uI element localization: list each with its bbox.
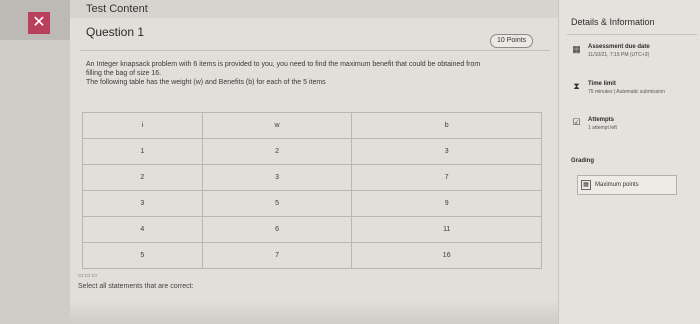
test-title: Test Content	[86, 3, 148, 15]
maximum-points-label: Maximum points	[595, 182, 639, 188]
select-all-instruction: Select all statements that are correct:	[78, 283, 194, 290]
table-row: 2 3 7	[82, 164, 542, 191]
table-cell: 3	[201, 164, 353, 191]
table-cell: 4	[82, 216, 203, 243]
details-sidebar: Details & Information ▦ Assessment due d…	[558, 0, 700, 324]
grading-label: Grading	[571, 158, 595, 164]
top-left-bar: ✕	[0, 0, 70, 40]
table-cell: 7	[201, 242, 353, 269]
question-text: An Integer knapsack problem with 6 items…	[86, 60, 536, 87]
table-cell: 5	[82, 242, 203, 269]
question-panel: Test Content Question 1 10 Points An Int…	[70, 0, 558, 324]
table-cell: 2	[82, 164, 203, 191]
sidebar-divider	[567, 34, 697, 35]
table-header-row: i w b	[82, 112, 542, 139]
bottom-shadow	[70, 300, 558, 324]
table-cell: 5	[201, 190, 353, 217]
due-date-label: Assessment due date	[588, 44, 650, 50]
calendar-icon: ▦	[572, 44, 581, 54]
checkbox-icon: ☑	[572, 117, 581, 127]
table-header-cell: i	[82, 112, 203, 139]
close-icon[interactable]: ✕	[28, 12, 50, 34]
table-row: 1 2 3	[82, 138, 542, 165]
grid-icon: ▦	[581, 180, 591, 190]
hourglass-icon: ⧗	[573, 81, 580, 91]
table-cell: 3	[351, 138, 542, 165]
time-limit-label: Time limit	[588, 81, 616, 87]
table-cell: 9	[351, 190, 542, 217]
divider	[80, 50, 550, 51]
maximum-points-box[interactable]: ▦ Maximum points	[577, 175, 677, 195]
table-cell: 6	[201, 216, 353, 243]
table-cell: 16	[351, 242, 542, 269]
table-row: 4 6 11	[82, 216, 542, 243]
question-line: filling the bag of size 16.	[86, 70, 162, 77]
table-cell: 2	[201, 138, 353, 165]
attempts-value: 1 attempt left	[588, 125, 617, 131]
attempts-label: Attempts	[588, 117, 615, 123]
question-line: An Integer knapsack problem with 6 items…	[86, 61, 481, 68]
table-cell: 7	[351, 164, 542, 191]
editor-toolbar-icon[interactable]: ▭▭▭	[78, 272, 98, 279]
time-limit-value: 75 minutes | Automatic submission	[588, 89, 665, 95]
points-badge: 10 Points	[490, 34, 534, 48]
knapsack-table: i w b 1 2 3 2 3 7 3 5 9 4 6 11 5 7 16	[82, 112, 542, 269]
due-date-value: 11/10/21, 7:15 PM (UTC+3)	[588, 52, 650, 58]
table-cell: 3	[82, 190, 203, 217]
table-cell: 11	[351, 216, 542, 243]
table-row: 3 5 9	[82, 190, 542, 217]
table-header-cell: b	[351, 112, 542, 139]
table-header-cell: w	[201, 112, 353, 139]
question-title: Question 1	[86, 25, 145, 39]
table-cell: 1	[82, 138, 203, 165]
question-line: The following table has the weight (w) a…	[86, 79, 326, 86]
sidebar-title: Details & Information	[571, 17, 655, 27]
left-strip	[0, 40, 70, 324]
table-row: 5 7 16	[82, 242, 542, 269]
